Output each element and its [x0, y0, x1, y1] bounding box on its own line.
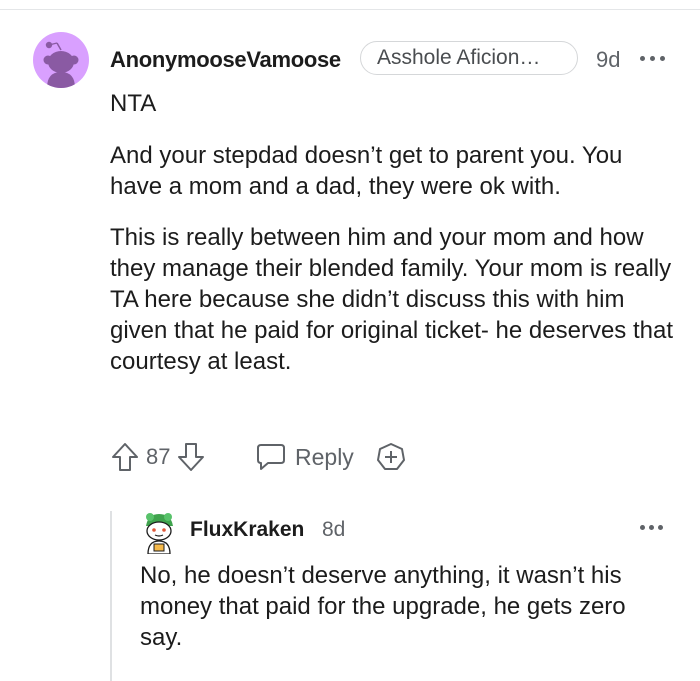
reply-username[interactable]: FluxKraken: [190, 518, 304, 542]
arrow-down-icon[interactable]: [176, 441, 206, 473]
user-flair: Asshole Aficion…: [360, 41, 578, 75]
vote-controls: 87: [110, 440, 206, 474]
award-button[interactable]: [375, 440, 407, 474]
speech-bubble-icon: [257, 444, 285, 470]
more-dots-icon[interactable]: [640, 522, 668, 532]
reply-age: 8d: [322, 518, 346, 541]
comment-paragraph: This is really between him and your mom …: [110, 224, 673, 375]
more-dots-icon[interactable]: [640, 53, 668, 63]
reply-user-avatar[interactable]: [138, 510, 180, 555]
thread-line[interactable]: [110, 511, 112, 681]
reddit-snoo-avatar-icon: [43, 41, 79, 88]
comment-verdict: NTA: [110, 90, 157, 117]
reply-label: Reply: [295, 443, 354, 470]
comment-age: 9d: [596, 47, 621, 72]
award-plus-icon: [377, 443, 405, 470]
arrow-up-icon[interactable]: [110, 441, 140, 473]
vote-score: 87: [146, 444, 171, 469]
reply-button[interactable]: Reply: [255, 440, 354, 474]
comment-username[interactable]: AnonymooseVamoose: [110, 47, 341, 73]
top-divider: [0, 9, 700, 10]
reply-body: No, he doesn’t deserve anything, it wasn…: [140, 562, 626, 651]
user-avatar[interactable]: [33, 32, 89, 88]
comment-paragraph: And your stepdad doesn’t get to parent y…: [110, 142, 623, 200]
reddit-snoo-avatar-icon: [146, 513, 173, 555]
